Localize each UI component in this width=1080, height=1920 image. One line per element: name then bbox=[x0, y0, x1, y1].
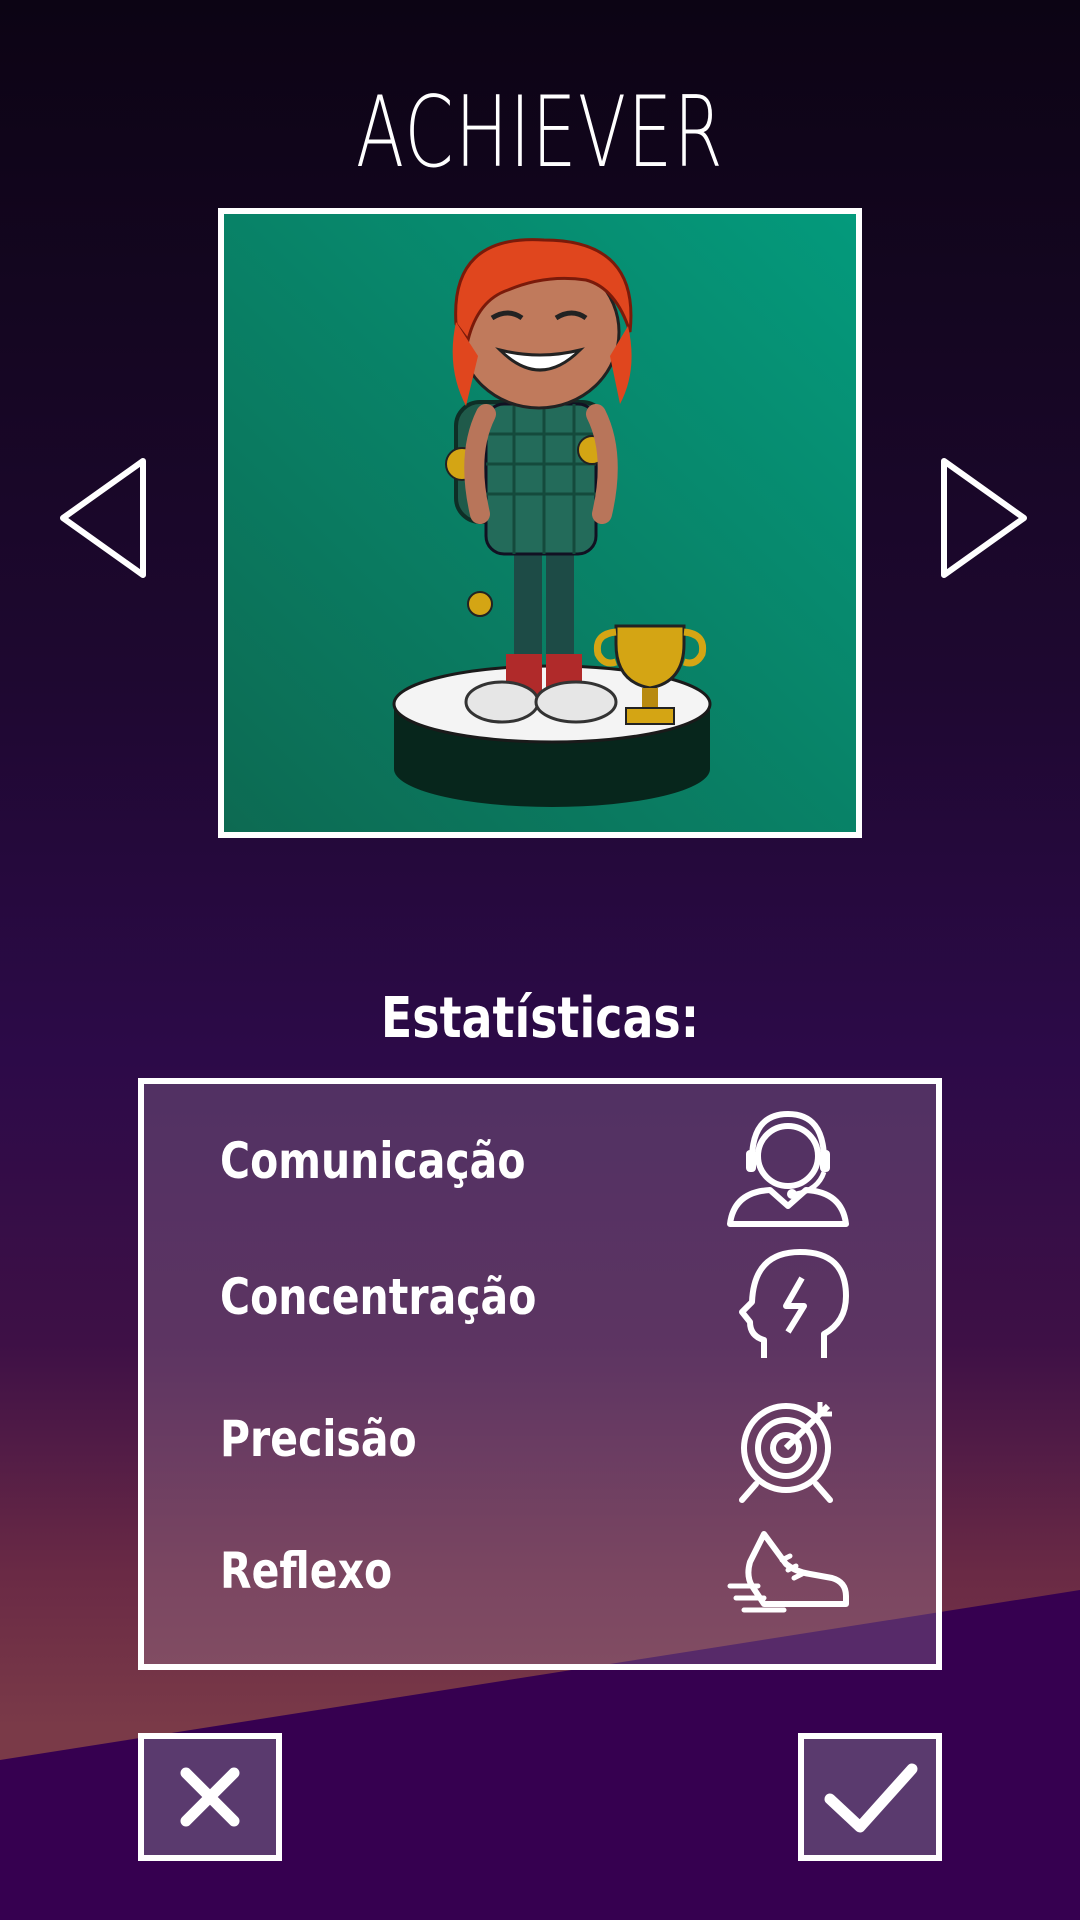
previous-arrow-icon bbox=[60, 458, 146, 578]
stats-panel: Comunicação Concentração Precisão Reflex… bbox=[138, 1078, 942, 1670]
character-illustration bbox=[224, 214, 856, 832]
character-name: ACHIEVER bbox=[355, 76, 725, 190]
checkmark-icon bbox=[824, 1763, 918, 1833]
stat-row-comunicacao: Comunicação bbox=[144, 1110, 936, 1227]
next-character-button[interactable] bbox=[932, 453, 1032, 583]
previous-character-button[interactable] bbox=[55, 453, 155, 583]
sneaker-icon bbox=[724, 1520, 854, 1640]
stat-label: Precisão bbox=[220, 1410, 417, 1468]
stat-row-reflexo: Reflexo bbox=[144, 1520, 936, 1630]
stat-row-concentracao: Concentração bbox=[144, 1246, 936, 1358]
character-portrait bbox=[218, 208, 862, 838]
stats-title: Estatísticas: bbox=[380, 986, 700, 1051]
stat-label: Concentração bbox=[220, 1268, 537, 1326]
cancel-button[interactable] bbox=[138, 1733, 282, 1861]
head-lightning-icon bbox=[724, 1246, 854, 1366]
stat-row-precisao: Precisão bbox=[144, 1388, 936, 1503]
next-arrow-icon bbox=[941, 458, 1027, 578]
close-icon bbox=[180, 1767, 240, 1827]
headset-person-icon bbox=[724, 1110, 854, 1230]
stat-label: Reflexo bbox=[220, 1542, 393, 1600]
confirm-button[interactable] bbox=[798, 1733, 942, 1861]
target-icon bbox=[724, 1388, 854, 1508]
stat-label: Comunicação bbox=[220, 1132, 526, 1190]
